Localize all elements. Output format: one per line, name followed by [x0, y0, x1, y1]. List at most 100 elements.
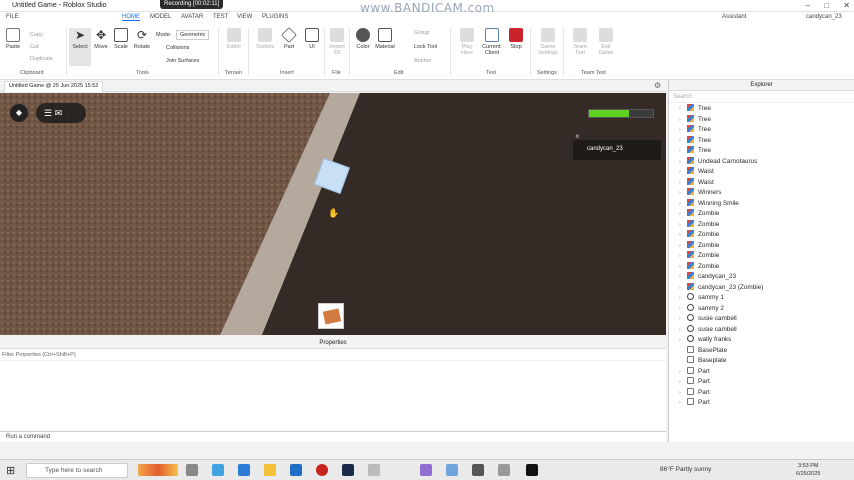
explorer-item[interactable]: › Part — [669, 387, 854, 399]
chevron-right-icon[interactable]: › — [679, 167, 687, 178]
explorer-item[interactable]: › susie cambell — [669, 324, 854, 336]
tab-plugins[interactable]: PLUGINS — [262, 14, 288, 20]
chevron-right-icon[interactable]: › — [679, 293, 687, 304]
taskbar-search[interactable]: Type here to search — [26, 463, 128, 478]
edge-icon[interactable] — [238, 464, 250, 476]
chevron-right-icon[interactable]: › — [679, 209, 687, 220]
chevron-right-icon[interactable]: › — [679, 325, 687, 336]
chevron-right-icon[interactable]: › — [679, 398, 687, 409]
copy-button[interactable]: Copy — [30, 32, 43, 38]
chevron-right-icon[interactable]: › — [679, 157, 687, 168]
toolbox-button[interactable]: Toolbox — [254, 28, 276, 50]
roblox-studio-icon[interactable] — [526, 464, 538, 476]
paste-button[interactable]: Paste — [2, 28, 24, 50]
select-tool[interactable]: ➤ Select — [69, 28, 91, 66]
chevron-right-icon[interactable]: › — [679, 367, 687, 378]
explorer-item[interactable]: › Waist — [669, 167, 854, 178]
part-button[interactable]: Part — [278, 27, 300, 50]
mode-dropdown[interactable]: Geometric — [176, 30, 210, 40]
explorer-item[interactable]: BasePlate — [669, 345, 854, 357]
explorer-item[interactable]: Baseplate — [669, 356, 854, 367]
file-menu[interactable]: FILE — [6, 14, 19, 20]
play-here-button[interactable]: Play Here — [456, 28, 478, 56]
explorer-item[interactable]: › candycan_23 (Zombie) — [669, 282, 854, 294]
explorer-item[interactable]: › Zombie — [669, 209, 854, 220]
chevron-right-icon[interactable]: › — [679, 230, 687, 241]
outlook-icon[interactable] — [290, 464, 302, 476]
copilot-icon[interactable] — [212, 464, 224, 476]
assistant-button[interactable]: Assistant — [722, 14, 746, 20]
steam-icon[interactable] — [342, 464, 354, 476]
chevron-right-icon[interactable]: › — [679, 115, 687, 126]
app-icon[interactable] — [498, 464, 510, 476]
explorer-item[interactable]: › Zombie — [669, 261, 854, 273]
weather-widget[interactable]: 86°F Partly sunny — [660, 466, 711, 473]
command-bar[interactable]: Run a command — [0, 431, 666, 442]
chevron-right-icon[interactable]: › — [679, 283, 687, 294]
explorer-item[interactable]: › sammy 1 — [669, 293, 854, 304]
explorer-item[interactable]: › Zombie — [669, 251, 854, 262]
chevron-right-icon[interactable]: › — [679, 220, 687, 231]
move-tool[interactable]: ✥ Move — [90, 28, 112, 50]
collisions-toggle[interactable]: Collisions — [166, 45, 190, 51]
explorer-item[interactable]: › Tree — [669, 125, 854, 136]
discord-icon[interactable] — [420, 464, 432, 476]
explorer-item[interactable]: › Zombie — [669, 240, 854, 252]
explorer-item[interactable]: › Tree — [669, 104, 854, 115]
chevron-right-icon[interactable]: › — [679, 125, 687, 136]
chevron-right-icon[interactable]: › — [679, 199, 687, 210]
explorer-item[interactable]: › Zombie — [669, 230, 854, 241]
anchor-button[interactable]: Anchor — [414, 58, 431, 64]
tab-untitled-game[interactable]: Untitled Game @ 25 Jun 2025 15:52 — [4, 81, 104, 92]
task-view-icon[interactable] — [186, 464, 198, 476]
explorer-item[interactable]: › Zombie — [669, 219, 854, 231]
tab-test[interactable]: TEST — [213, 14, 228, 20]
explorer-search-input[interactable]: Search — [669, 91, 854, 103]
explorer-item[interactable]: › Undead Carnotaurus — [669, 156, 854, 168]
explorer-item[interactable]: › Tree — [669, 135, 854, 147]
hotbar-slot[interactable] — [318, 303, 344, 329]
group-button[interactable]: Group — [414, 30, 429, 36]
close-button[interactable]: ✕ — [843, 1, 850, 10]
maximize-button[interactable]: □ — [824, 1, 829, 10]
settings-icon[interactable] — [472, 464, 484, 476]
tab-home[interactable]: HOME — [122, 14, 140, 21]
properties-filter-input[interactable]: Filter Properties (Ctrl+Shift+P) — [0, 349, 666, 361]
explorer-item[interactable]: › candycan_23 — [669, 272, 854, 283]
file-explorer-icon[interactable] — [264, 464, 276, 476]
chevron-right-icon[interactable]: › — [679, 146, 687, 157]
gear-icon[interactable]: ⚙ — [654, 81, 661, 90]
chevron-right-icon[interactable]: › — [679, 188, 687, 199]
explorer-item[interactable]: › Winning Smile — [669, 198, 854, 210]
color-button[interactable]: Color — [352, 28, 374, 50]
chevron-right-icon[interactable]: › — [679, 314, 687, 325]
close-icon[interactable]: × — [575, 128, 580, 146]
current-client-button[interactable]: Current: Client — [481, 28, 503, 56]
explorer-item[interactable]: › Part — [669, 398, 854, 409]
game-menu-button[interactable]: ☰ ✉ — [36, 103, 86, 123]
minimize-button[interactable]: – — [806, 1, 810, 10]
chevron-right-icon[interactable]: › — [679, 304, 687, 315]
explorer-item[interactable]: › Winners — [669, 188, 854, 199]
explorer-item[interactable]: › Part — [669, 377, 854, 388]
tab-avatar[interactable]: AVATAR — [181, 14, 203, 20]
exit-game-button[interactable]: Exit Game — [595, 28, 617, 56]
chevron-right-icon[interactable]: › — [679, 104, 687, 115]
explorer-item[interactable]: › Tree — [669, 114, 854, 126]
explorer-item[interactable]: › sammy 2 — [669, 303, 854, 315]
app-icon[interactable] — [446, 464, 458, 476]
bandicam-icon[interactable] — [316, 464, 328, 476]
rotate-tool[interactable]: ⟳ Rotate — [131, 28, 153, 50]
tab-model[interactable]: MODEL — [150, 14, 171, 20]
explorer-item[interactable]: › Part — [669, 366, 854, 378]
roblox-menu-button[interactable]: ◆ — [10, 104, 28, 122]
explorer-item[interactable]: › Waist — [669, 177, 854, 189]
game-settings-button[interactable]: Game Settings — [537, 28, 559, 56]
explorer-item[interactable]: › susie cambell — [669, 314, 854, 325]
explorer-item[interactable]: › Tree — [669, 146, 854, 157]
clock[interactable]: 3:53 PM 6/25/2025 — [796, 462, 820, 478]
join-surfaces-toggle[interactable]: Join Surfaces — [166, 58, 199, 64]
tab-view[interactable]: VIEW — [237, 14, 252, 20]
stop-button[interactable]: Stop — [505, 28, 527, 50]
material-button[interactable]: Material — [374, 28, 396, 50]
